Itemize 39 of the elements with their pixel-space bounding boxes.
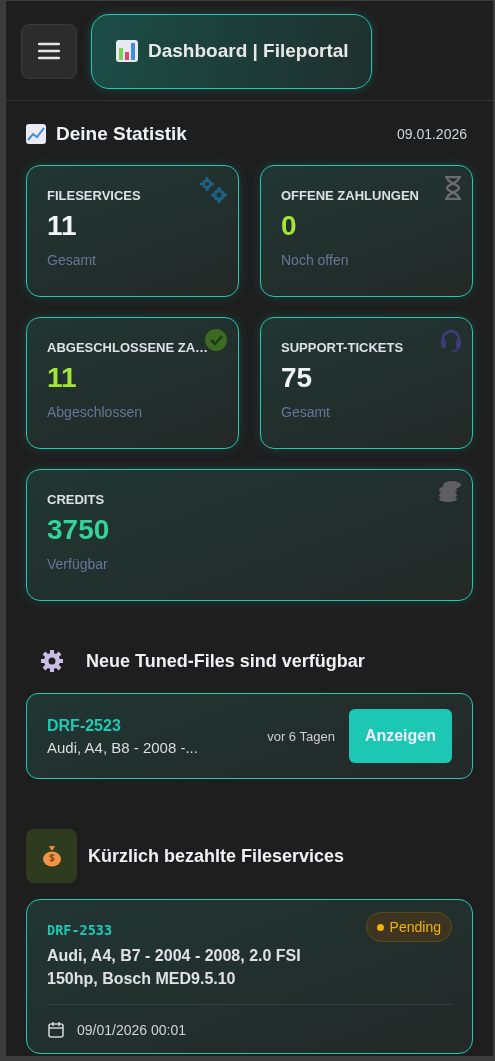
date-label: 09.01.2026 bbox=[396, 126, 467, 142]
menu-icon bbox=[38, 42, 60, 60]
coins-icon bbox=[438, 480, 462, 502]
status-badge: Pending bbox=[365, 912, 452, 942]
bar-chart-icon bbox=[116, 40, 138, 62]
stat-caption: Verfügbar bbox=[47, 555, 108, 572]
trend-chart-icon bbox=[26, 124, 46, 144]
page-title: Dashboard | Fileportal bbox=[148, 40, 349, 62]
stat-label: FILESERVICES bbox=[47, 188, 141, 203]
section-title: Kürzlich bezahlte Fileservices bbox=[88, 845, 345, 867]
stat-value: 11 bbox=[47, 363, 77, 394]
stat-value: 0 bbox=[281, 211, 297, 242]
stat-caption: Gesamt bbox=[281, 403, 330, 420]
date-time: 09/01/2026 00:01 bbox=[77, 1022, 186, 1038]
stat-caption: Noch offen bbox=[281, 251, 349, 268]
section-title: Deine Statistik bbox=[56, 123, 187, 145]
time-ago: vor 6 Tagen bbox=[267, 728, 335, 744]
stat-label: ABGESCHLOSSENE ZA… bbox=[47, 340, 209, 355]
stat-label: OFFENE ZAHLUNGEN bbox=[281, 188, 419, 203]
menu-button[interactable] bbox=[21, 23, 77, 79]
show-button[interactable]: Anzeigen bbox=[348, 709, 452, 763]
vehicle-text: Audi, A4, B7 - 2004 - 2008, 2.0 FSI 150hp, Bosch MED9.5.10 bbox=[47, 946, 302, 989]
stat-value: 75 bbox=[281, 363, 313, 394]
gears-icon bbox=[198, 176, 228, 204]
section-title: Neue Tuned-Files sind verfügbar bbox=[86, 650, 365, 672]
vehicle-text: Audi, A4, B8 - 2008 -... bbox=[47, 738, 199, 756]
stat-value: 11 bbox=[47, 211, 77, 242]
stat-value: 3750 bbox=[47, 515, 110, 546]
stat-label: CREDITS bbox=[47, 492, 105, 507]
stat-label: SUPPORT-TICKETS bbox=[281, 340, 404, 355]
file-id: DRF-2523 bbox=[47, 716, 122, 735]
file-id: DRF-2533 bbox=[47, 922, 113, 938]
hourglass-icon bbox=[444, 176, 462, 200]
stat-caption: Gesamt bbox=[47, 251, 96, 268]
headset-icon bbox=[440, 328, 462, 352]
stat-caption: Abgeschlossen bbox=[47, 403, 142, 420]
money-bag-icon bbox=[41, 845, 62, 867]
gear-icon bbox=[40, 649, 64, 673]
calendar-icon bbox=[47, 1021, 65, 1039]
